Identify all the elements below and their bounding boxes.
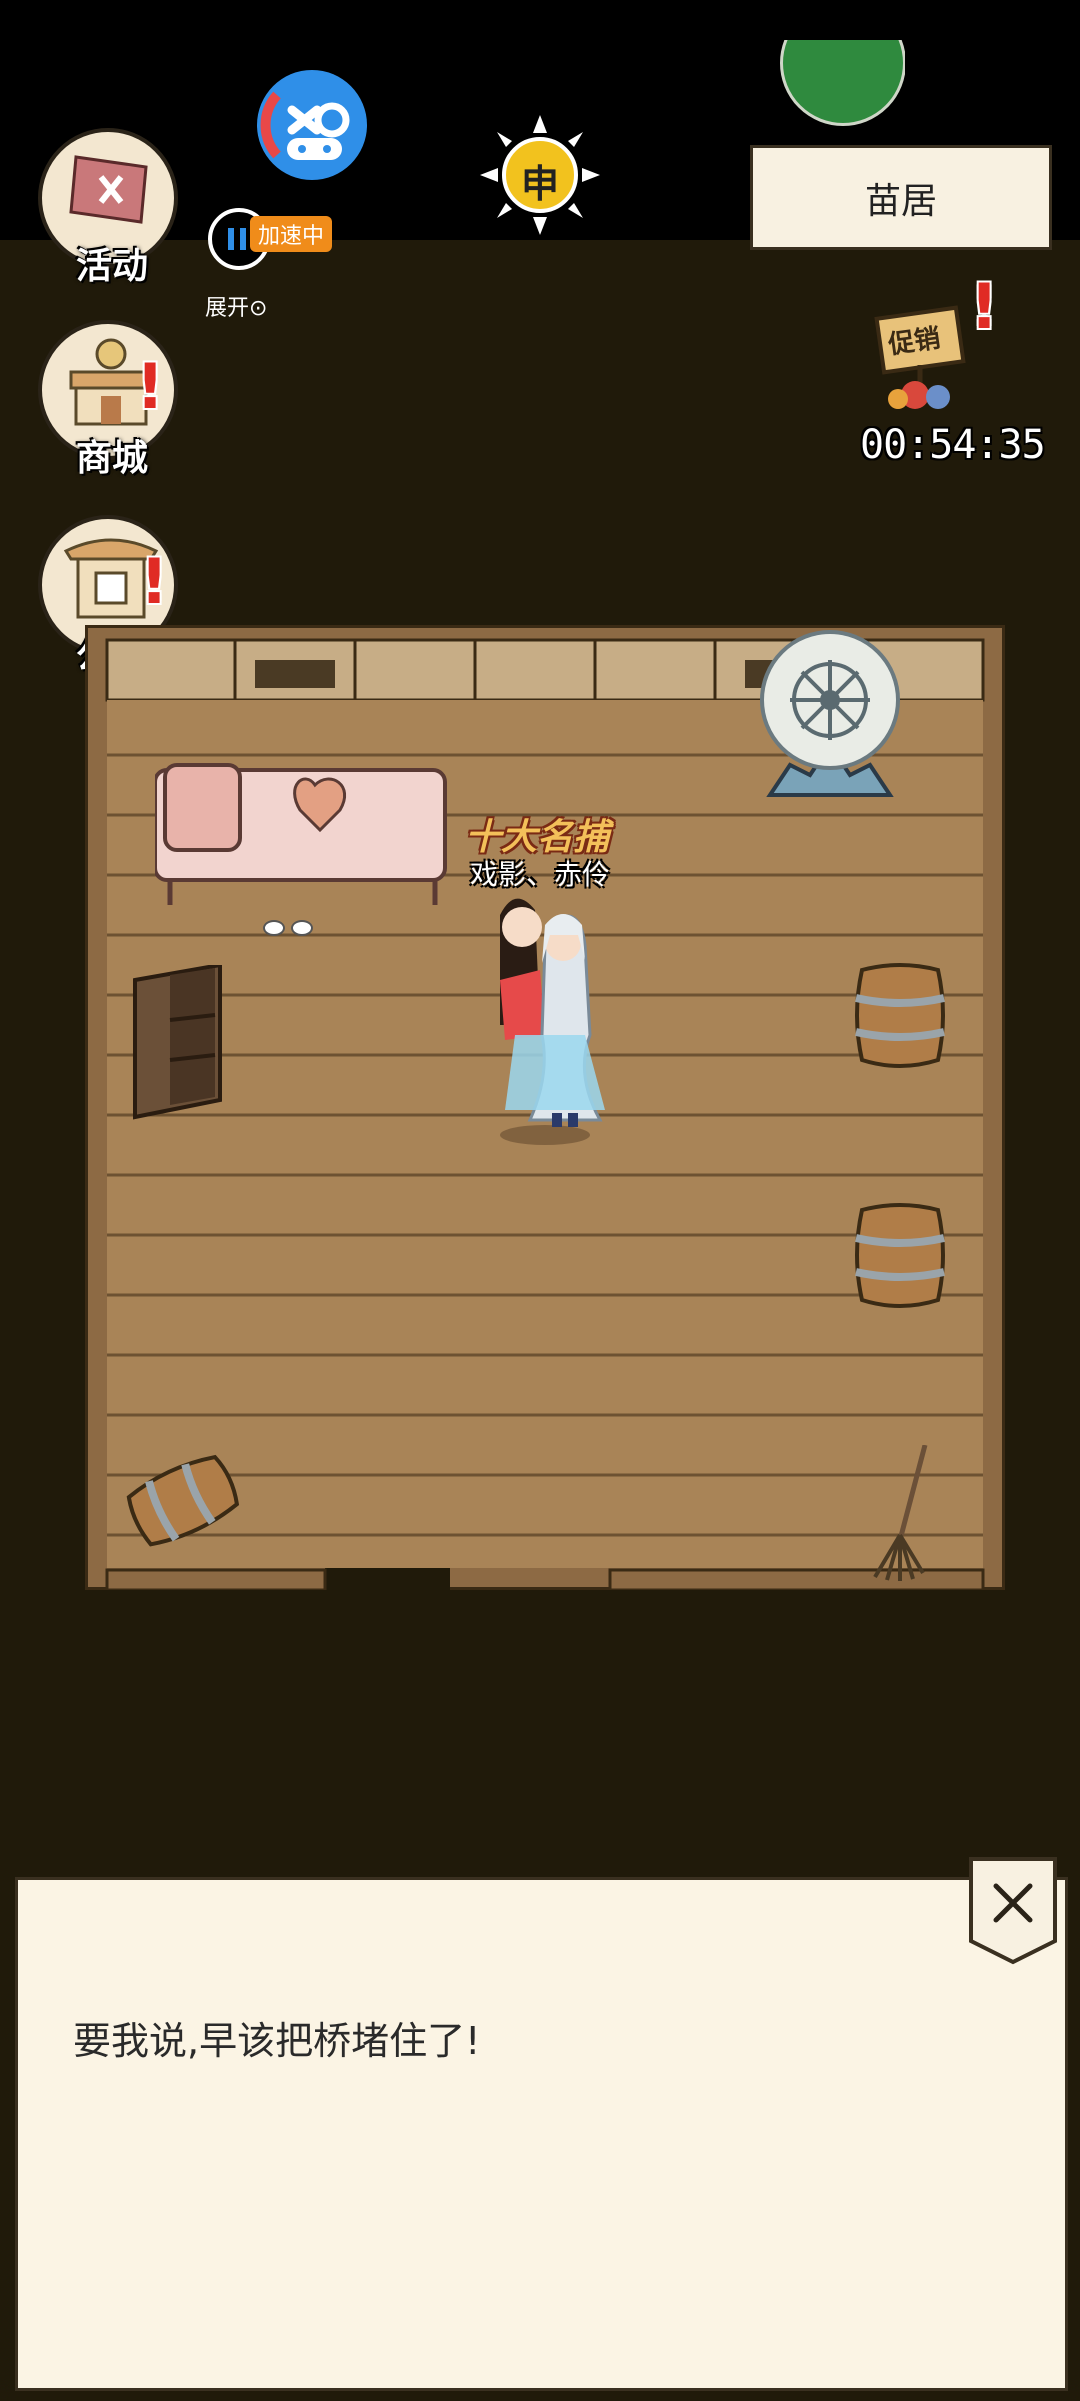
gamepad-icon	[260, 91, 350, 160]
dialog-box[interactable]: 要我说,早该把桥堵住了!	[15, 1877, 1068, 2391]
expand-button[interactable]: 展开⊙	[205, 290, 267, 322]
promo-alert-icon: !	[970, 270, 999, 343]
notice-alert-icon: !	[140, 545, 169, 618]
slippers	[263, 920, 313, 936]
partial-green-badge	[775, 40, 905, 150]
shop-alert-icon: !	[136, 350, 165, 423]
compass-wheel-statue[interactable]	[750, 625, 910, 835]
activities-label: 活动	[75, 246, 148, 287]
player-character[interactable]	[460, 885, 630, 1150]
close-button[interactable]	[968, 1856, 1058, 1966]
accelerator-app-icon[interactable]	[257, 70, 367, 180]
bed[interactable]	[155, 760, 455, 920]
time-of-day-sun-icon: 申	[480, 115, 600, 235]
time-of-day-char: 申	[520, 162, 559, 206]
pause-icon	[228, 228, 234, 250]
promo-sign-text: 促销	[886, 323, 943, 361]
accelerating-badge: 加速中	[250, 216, 333, 252]
dialog-text: 要我说,早该把桥堵住了!	[73, 2019, 481, 2063]
banner-scroll-icon	[69, 155, 148, 224]
activities-button[interactable]: 活动	[38, 128, 178, 287]
promo-countdown: 00:54:35	[860, 422, 1046, 468]
room-scene[interactable]: 十大名捕 戏影、赤伶	[82, 622, 1008, 1593]
fallen-barrel[interactable]	[120, 1445, 245, 1555]
shop-label: 商城	[75, 438, 148, 479]
broom[interactable]	[865, 1445, 945, 1585]
bookshelf[interactable]	[130, 965, 230, 1125]
close-icon	[969, 1857, 1057, 1965]
barrel[interactable]	[850, 1200, 950, 1315]
location-label: 苗居	[750, 145, 1052, 250]
barrel[interactable]	[850, 960, 950, 1075]
